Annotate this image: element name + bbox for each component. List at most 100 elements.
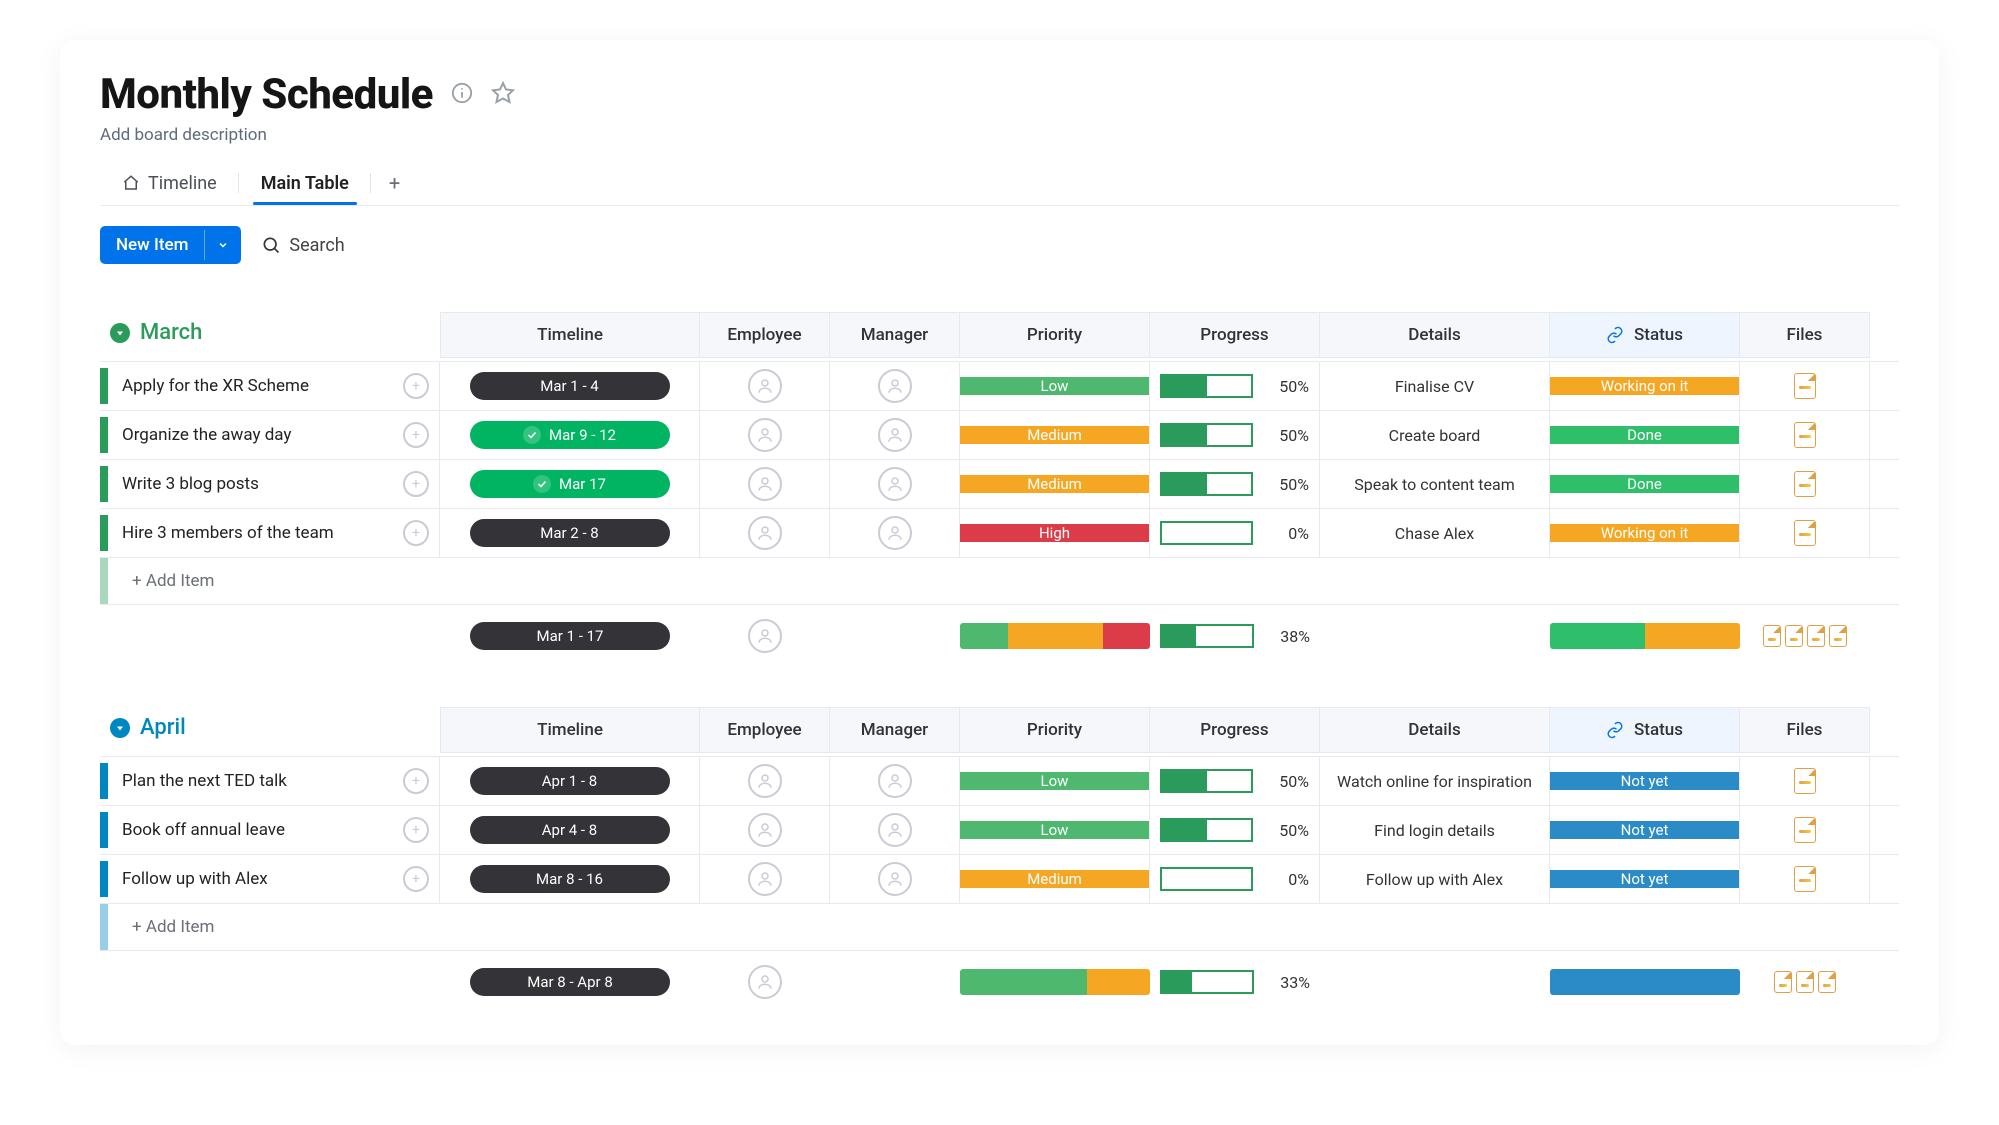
timeline-cell[interactable]: Mar 2 - 8: [440, 509, 700, 557]
table-row[interactable]: Plan the next TED talk+Apr 1 - 8 Low50%Wa…: [100, 756, 1899, 806]
add-conversation-icon[interactable]: +: [403, 866, 429, 892]
add-conversation-icon[interactable]: +: [403, 768, 429, 794]
col-details[interactable]: Details: [1320, 707, 1550, 753]
col-manager[interactable]: Manager: [830, 312, 960, 358]
col-files[interactable]: Files: [1740, 707, 1870, 753]
col-priority[interactable]: Priority: [960, 312, 1150, 358]
priority-cell[interactable]: Medium: [960, 411, 1150, 459]
tab-timeline[interactable]: Timeline: [100, 163, 239, 204]
add-conversation-icon[interactable]: +: [403, 373, 429, 399]
add-conversation-icon[interactable]: +: [403, 520, 429, 546]
status-cell[interactable]: Not yet: [1550, 855, 1740, 903]
employee-cell[interactable]: [700, 855, 830, 903]
timeline-cell[interactable]: Mar 17: [440, 460, 700, 508]
files-cell[interactable]: [1740, 757, 1870, 805]
new-item-button[interactable]: New Item: [100, 226, 241, 264]
manager-cell[interactable]: [830, 806, 960, 854]
progress-cell[interactable]: 50%: [1150, 460, 1320, 508]
col-progress[interactable]: Progress: [1150, 312, 1320, 358]
manager-cell[interactable]: [830, 460, 960, 508]
files-cell[interactable]: [1740, 362, 1870, 410]
timeline-cell[interactable]: Apr 1 - 8: [440, 757, 700, 805]
employee-cell[interactable]: [700, 757, 830, 805]
details-cell[interactable]: Follow up with Alex: [1320, 855, 1550, 903]
files-cell[interactable]: [1740, 806, 1870, 854]
progress-cell[interactable]: 0%: [1150, 855, 1320, 903]
priority-cell[interactable]: Medium: [960, 460, 1150, 508]
employee-cell[interactable]: [700, 411, 830, 459]
table-row[interactable]: Hire 3 members of the team+Mar 2 - 8 High…: [100, 509, 1899, 558]
priority-cell[interactable]: Low: [960, 362, 1150, 410]
col-status[interactable]: Status: [1550, 312, 1740, 358]
progress-cell[interactable]: 50%: [1150, 757, 1320, 805]
status-cell[interactable]: Not yet: [1550, 757, 1740, 805]
details-cell[interactable]: Chase Alex: [1320, 509, 1550, 557]
info-icon[interactable]: [451, 82, 473, 108]
priority-cell[interactable]: Medium: [960, 855, 1150, 903]
add-item-march[interactable]: + Add Item: [100, 558, 1899, 605]
status-cell[interactable]: Done: [1550, 460, 1740, 508]
add-conversation-icon[interactable]: +: [403, 817, 429, 843]
timeline-cell[interactable]: Apr 4 - 8: [440, 806, 700, 854]
col-progress[interactable]: Progress: [1150, 707, 1320, 753]
add-conversation-icon[interactable]: +: [403, 471, 429, 497]
manager-cell[interactable]: [830, 362, 960, 410]
table-row[interactable]: Apply for the XR Scheme+Mar 1 - 4Low50%F…: [100, 361, 1899, 411]
employee-cell[interactable]: [700, 509, 830, 557]
employee-cell[interactable]: [700, 362, 830, 410]
col-employee[interactable]: Employee: [700, 312, 830, 358]
status-cell[interactable]: Not yet: [1550, 806, 1740, 854]
board-description[interactable]: Add board description: [100, 125, 1899, 145]
col-files[interactable]: Files: [1740, 312, 1870, 358]
tab-main-table[interactable]: Main Table: [239, 163, 371, 204]
item-name-cell[interactable]: Apply for the XR Scheme+: [100, 362, 440, 410]
manager-cell[interactable]: [830, 757, 960, 805]
item-name-cell[interactable]: Hire 3 members of the team+: [100, 509, 440, 557]
table-row[interactable]: Book off annual leave+Apr 4 - 8 Low50%Fin…: [100, 806, 1899, 855]
manager-cell[interactable]: [830, 411, 960, 459]
add-view-button[interactable]: +: [371, 161, 418, 205]
details-cell[interactable]: Watch online for inspiration: [1320, 757, 1550, 805]
group-name-april[interactable]: April: [140, 715, 186, 740]
details-cell[interactable]: Create board: [1320, 411, 1550, 459]
priority-cell[interactable]: High: [960, 509, 1150, 557]
files-cell[interactable]: [1740, 460, 1870, 508]
table-row[interactable]: Write 3 blog posts+Mar 17 Medium50%Speak …: [100, 460, 1899, 509]
details-cell[interactable]: Find login details: [1320, 806, 1550, 854]
search-input[interactable]: Search: [261, 235, 344, 256]
item-name-cell[interactable]: Organize the away day+: [100, 411, 440, 459]
add-conversation-icon[interactable]: +: [403, 422, 429, 448]
status-cell[interactable]: Working on it: [1550, 509, 1740, 557]
timeline-cell[interactable]: Mar 8 - 16: [440, 855, 700, 903]
files-cell[interactable]: [1740, 855, 1870, 903]
table-row[interactable]: Organize the away day+Mar 9 - 12 Medium50…: [100, 411, 1899, 460]
col-priority[interactable]: Priority: [960, 707, 1150, 753]
progress-cell[interactable]: 50%: [1150, 411, 1320, 459]
col-status[interactable]: Status: [1550, 707, 1740, 753]
manager-cell[interactable]: [830, 509, 960, 557]
col-manager[interactable]: Manager: [830, 707, 960, 753]
item-name-cell[interactable]: Follow up with Alex+: [100, 855, 440, 903]
col-details[interactable]: Details: [1320, 312, 1550, 358]
files-cell[interactable]: [1740, 509, 1870, 557]
employee-cell[interactable]: [700, 806, 830, 854]
group-collapse-icon[interactable]: [110, 718, 130, 738]
item-name-cell[interactable]: Book off annual leave+: [100, 806, 440, 854]
details-cell[interactable]: Speak to content team: [1320, 460, 1550, 508]
status-cell[interactable]: Working on it: [1550, 362, 1740, 410]
details-cell[interactable]: Finalise CV: [1320, 362, 1550, 410]
col-employee[interactable]: Employee: [700, 707, 830, 753]
files-cell[interactable]: [1740, 411, 1870, 459]
group-collapse-icon[interactable]: [110, 323, 130, 343]
timeline-cell[interactable]: Mar 9 - 12: [440, 411, 700, 459]
priority-cell[interactable]: Low: [960, 806, 1150, 854]
item-name-cell[interactable]: Write 3 blog posts+: [100, 460, 440, 508]
table-row[interactable]: Follow up with Alex+Mar 8 - 16Medium0%Fo…: [100, 855, 1899, 904]
progress-cell[interactable]: 50%: [1150, 362, 1320, 410]
item-name-cell[interactable]: Plan the next TED talk+: [100, 757, 440, 805]
progress-cell[interactable]: 50%: [1150, 806, 1320, 854]
col-timeline[interactable]: Timeline: [440, 312, 700, 358]
priority-cell[interactable]: Low: [960, 757, 1150, 805]
star-icon[interactable]: [491, 81, 515, 109]
progress-cell[interactable]: 0%: [1150, 509, 1320, 557]
